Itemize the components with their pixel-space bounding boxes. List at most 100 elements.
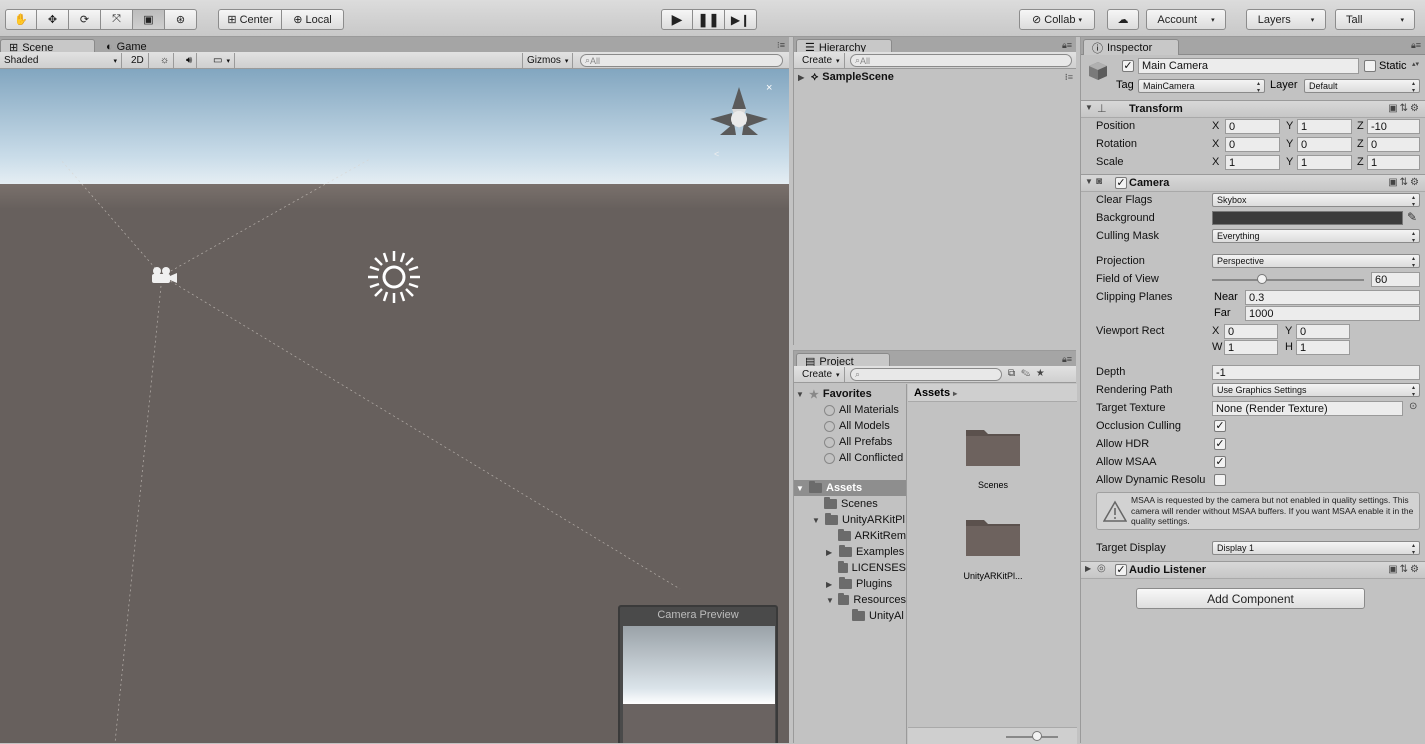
scene-orientation-gizmo[interactable]: × < (706, 79, 782, 161)
hierarchy-search-input[interactable]: ⌕ All (850, 54, 1072, 67)
favorite-item[interactable]: All Conflicted (824, 450, 906, 466)
background-color-swatch[interactable] (1212, 211, 1403, 225)
scene-search-input[interactable]: ⌕ All (580, 54, 783, 67)
zoom-slider-thumb[interactable] (1032, 731, 1042, 741)
move-tool-icon[interactable]: ✥ (37, 9, 69, 30)
tree-folder-item[interactable]: UnityAl (852, 608, 906, 624)
target-display-dropdown[interactable]: Display 1 (1212, 541, 1420, 555)
filter-icons[interactable]: ⧉✎★ (1008, 368, 1050, 379)
layout-button[interactable]: Tall ▾ (1335, 9, 1415, 30)
allow-msaa-checkbox[interactable]: ✓ (1214, 456, 1226, 468)
sun-light-icon[interactable] (366, 249, 422, 305)
active-checkbox[interactable]: ✓ (1122, 60, 1134, 72)
audio-toggle[interactable]: 🔊︎ (182, 53, 198, 68)
rotate-tool-icon[interactable]: ⟳ (69, 9, 101, 30)
camera-gizmo-icon[interactable] (148, 265, 178, 285)
expand-arrow-icon[interactable]: ▶ (826, 548, 835, 557)
position-z-field[interactable]: -10 (1367, 119, 1420, 134)
component-menu-icons[interactable]: ▣⇅⚙︎ (1388, 177, 1421, 188)
position-x-field[interactable]: 0 (1225, 119, 1280, 134)
transform-tool-icon[interactable]: ⊛ (165, 9, 197, 30)
fov-slider-thumb[interactable] (1257, 274, 1268, 284)
tree-folder-item[interactable]: ▶ Examples (826, 544, 906, 560)
hand-tool-icon[interactable]: ✋ (5, 9, 37, 30)
effects-dropdown[interactable]: ▭ ▾ (209, 53, 235, 68)
viewport-x-field[interactable]: 0 (1224, 324, 1278, 339)
collab-button[interactable]: ⊘ Collab ▾ (1019, 9, 1095, 30)
project-search-input[interactable]: ⌕ (850, 368, 1002, 381)
projection-dropdown[interactable]: Perspective (1212, 254, 1420, 268)
component-menu-icons[interactable]: ▣⇅⚙︎ (1388, 564, 1421, 575)
tree-folder-item[interactable]: LICENSES (838, 560, 906, 576)
occlusion-culling-checkbox[interactable]: ✓ (1214, 420, 1226, 432)
pivot-local-button[interactable]: ⊕ Local (282, 9, 344, 30)
viewport-w-field[interactable]: 1 (1224, 340, 1278, 355)
rotation-x-field[interactable]: 0 (1225, 137, 1280, 152)
expand-arrow-icon[interactable]: ▶ (826, 580, 835, 589)
transform-header[interactable]: ▼ ⊥ Transform ▣⇅⚙︎ (1081, 100, 1425, 118)
collapse-arrow-icon[interactable]: ▼ (826, 596, 834, 605)
scene-menu-icon[interactable]: ⁝≡ (1065, 72, 1073, 83)
collapse-arrow-icon[interactable]: ▼ (812, 516, 821, 525)
rotation-z-field[interactable]: 0 (1367, 137, 1420, 152)
panel-menu-icon[interactable]: 🔒︎≡ (1411, 40, 1421, 51)
viewport-y-field[interactable]: 0 (1296, 324, 1350, 339)
favorite-item[interactable]: All Materials (824, 402, 906, 418)
expand-arrow-icon[interactable]: ▶ (798, 73, 807, 82)
viewport-h-field[interactable]: 1 (1296, 340, 1350, 355)
collapse-arrow-icon[interactable]: ▼ (796, 390, 805, 399)
breadcrumb[interactable]: Assets ▸ (908, 384, 1077, 402)
layer-dropdown[interactable]: Default (1304, 79, 1420, 93)
layers-button[interactable]: Layers ▾ (1246, 9, 1326, 30)
allow-dynamic-resolution-checkbox[interactable] (1214, 474, 1226, 486)
panel-menu-icon[interactable]: 🔒︎≡ (1062, 354, 1072, 365)
component-menu-icons[interactable]: ▣⇅⚙︎ (1388, 103, 1421, 114)
scale-tool-icon[interactable]: ⤧ (101, 9, 133, 30)
collapse-arrow-icon[interactable]: ▼ (1085, 103, 1093, 112)
clear-flags-dropdown[interactable]: Skybox (1212, 193, 1420, 207)
camera-header[interactable]: ▼ ◙ ✓ Camera ▣⇅⚙︎ (1081, 174, 1425, 192)
collapse-arrow-icon[interactable]: ▼ (1085, 177, 1093, 186)
eyedropper-icon[interactable]: ✎ (1407, 210, 1417, 224)
shading-mode-dropdown[interactable]: Shaded ▾ (0, 53, 122, 68)
rendering-path-dropdown[interactable]: Use Graphics Settings (1212, 383, 1420, 397)
chevron-down-icon[interactable]: ▴▾ (1412, 60, 1419, 68)
add-component-button[interactable]: Add Component (1136, 588, 1365, 609)
camera-enabled-checkbox[interactable]: ✓ (1115, 177, 1127, 189)
culling-mask-dropdown[interactable]: Everything (1212, 229, 1420, 243)
favorite-item[interactable]: All Models (824, 418, 906, 434)
object-picker-icon[interactable]: ⊙ (1409, 401, 1417, 412)
tree-folder-item[interactable]: Scenes (824, 496, 906, 512)
assets-root-item[interactable]: ▼ Assets (794, 480, 906, 496)
cloud-button[interactable]: ☁ (1107, 9, 1139, 30)
pause-icon[interactable]: ❚❚ (693, 9, 725, 30)
target-texture-field[interactable]: None (Render Texture) (1212, 401, 1403, 416)
scale-y-field[interactable]: 1 (1297, 155, 1352, 170)
tag-dropdown[interactable]: MainCamera (1138, 79, 1265, 93)
tree-folder-item[interactable]: ▶ Plugins (826, 576, 906, 592)
scene-viewport[interactable]: × < Camera Preview (0, 69, 789, 743)
audio-listener-header[interactable]: ▶ ◎ ✓ Audio Listener ▣⇅⚙︎ (1081, 561, 1425, 579)
audio-listener-enabled-checkbox[interactable]: ✓ (1115, 564, 1127, 576)
allow-hdr-checkbox[interactable]: ✓ (1214, 438, 1226, 450)
fov-slider-track[interactable] (1212, 279, 1364, 281)
tree-folder-item[interactable]: ▼ UnityARKitPl (812, 512, 906, 528)
collapse-arrow-icon[interactable]: ▶ (1085, 564, 1091, 573)
hierarchy-create-dropdown[interactable]: Create ▾ (798, 53, 845, 68)
position-y-field[interactable]: 1 (1297, 119, 1352, 134)
account-button[interactable]: Account ▾ (1146, 9, 1226, 30)
object-name-field[interactable]: Main Camera (1138, 58, 1359, 74)
project-create-dropdown[interactable]: Create ▾ (798, 367, 845, 382)
tree-folder-item[interactable]: ▼ Resources (826, 592, 906, 608)
near-field[interactable]: 0.3 (1245, 290, 1420, 305)
scale-x-field[interactable]: 1 (1225, 155, 1280, 170)
scale-z-field[interactable]: 1 (1367, 155, 1420, 170)
scene-root-item[interactable]: ▶ ⟡ SampleScene ⁝≡ (798, 69, 1073, 85)
fov-field[interactable]: 60 (1371, 272, 1420, 287)
rect-tool-icon[interactable]: ▣ (133, 9, 165, 30)
panel-menu-icon[interactable]: 🔒︎≡ (1062, 40, 1072, 51)
asset-folder-icon[interactable] (964, 512, 1022, 558)
lighting-toggle[interactable]: ☼ (156, 53, 175, 68)
favorite-item[interactable]: All Prefabs (824, 434, 906, 450)
favorites-header[interactable]: ▼ ★ Favorites (796, 386, 906, 402)
